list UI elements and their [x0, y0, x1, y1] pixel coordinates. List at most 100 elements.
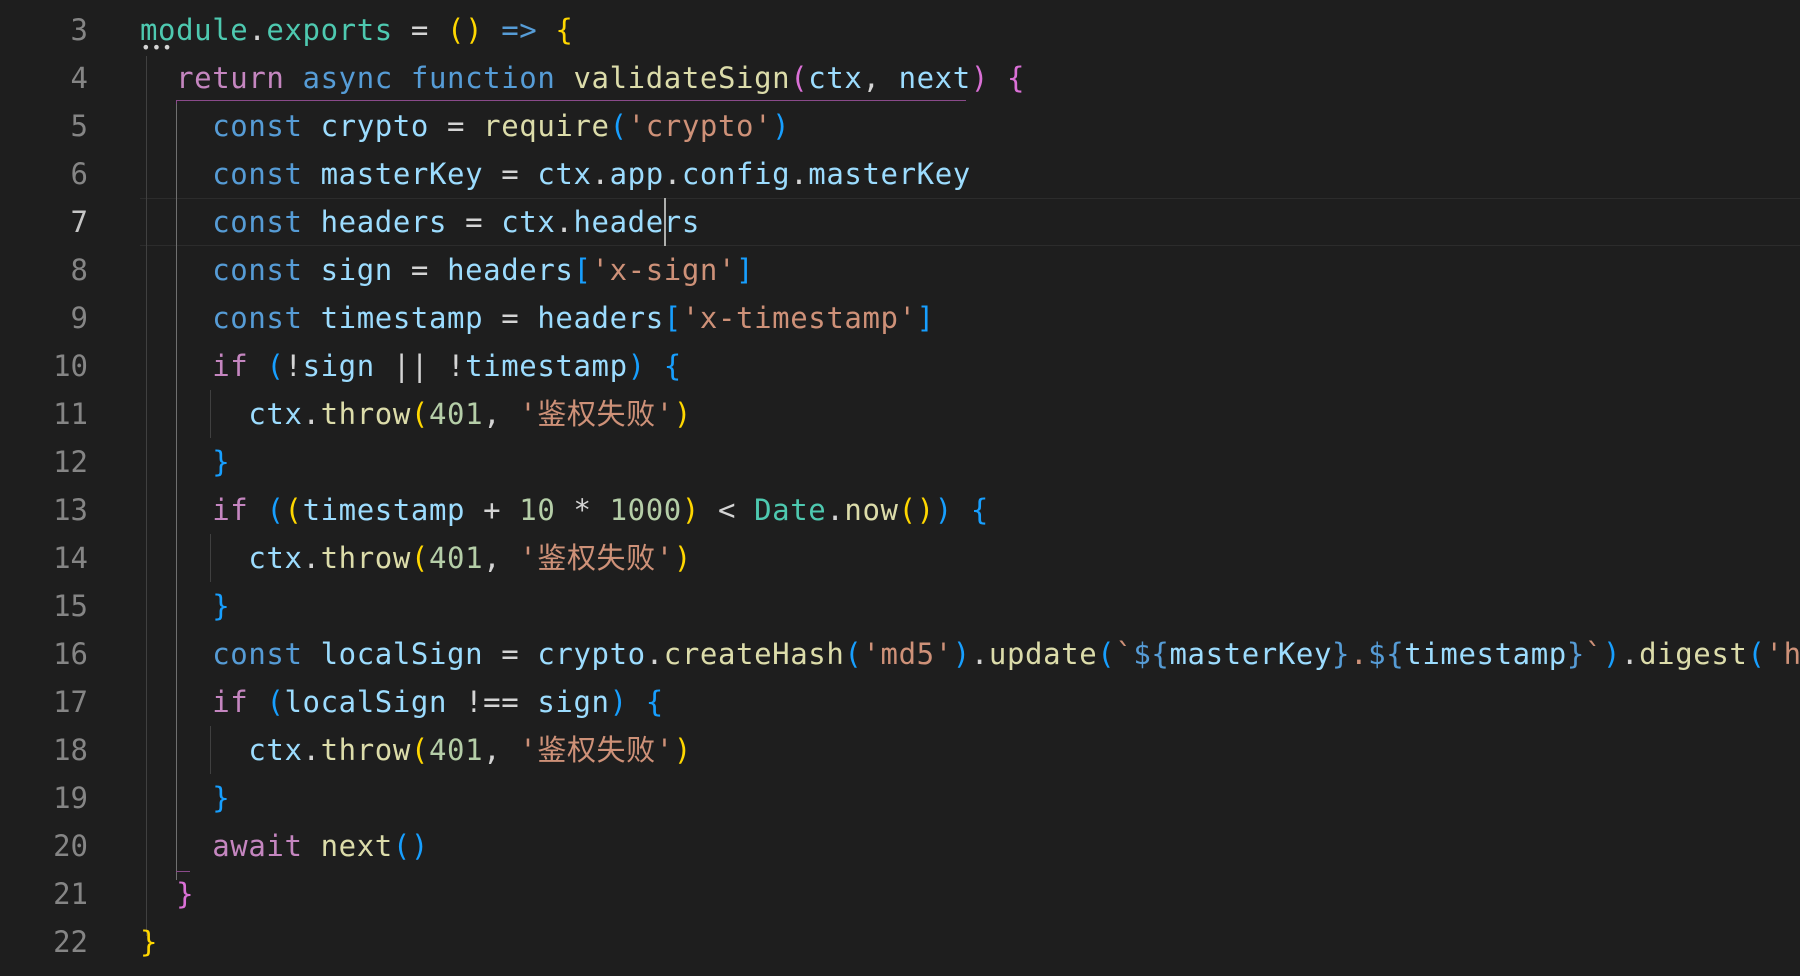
code-token: )	[673, 733, 692, 767]
code-token: ]	[916, 301, 935, 335]
code-token: ()	[898, 493, 935, 527]
code-token: =>	[483, 13, 556, 47]
code-token: {	[663, 349, 682, 383]
code-token: {	[645, 685, 664, 719]
code-line-3[interactable]: module.exports = () => {	[140, 6, 573, 54]
code-token: headers	[537, 301, 664, 335]
code-token: Date	[754, 493, 827, 527]
code-token: (	[266, 685, 285, 719]
code-line-18[interactable]: ctx.throw(401, '鉴权失败')	[140, 726, 692, 774]
code-token: {	[555, 13, 574, 47]
code-token: const	[212, 205, 303, 239]
code-token: sign	[320, 253, 393, 287]
code-token: [	[663, 301, 682, 335]
code-token: function	[410, 61, 556, 95]
code-line-4[interactable]: return async function validateSign(ctx, …	[140, 54, 1025, 102]
code-token: if	[212, 493, 249, 527]
code-area[interactable]: ••• module.exports = () => { return asyn…	[0, 0, 1800, 976]
code-token: )	[772, 109, 791, 143]
code-line-16[interactable]: const localSign = crypto.createHash('md5…	[140, 630, 1800, 678]
code-line-6[interactable]: const masterKey = ctx.app.config.masterK…	[140, 150, 971, 198]
code-token: (	[609, 109, 628, 143]
code-token: headers	[447, 253, 574, 287]
code-line-10[interactable]: if (!sign || !timestamp) {	[140, 342, 682, 390]
code-line-21[interactable]: }	[140, 870, 194, 918]
code-token: if	[212, 685, 249, 719]
code-line-19[interactable]: }	[140, 774, 230, 822]
code-token: +	[465, 493, 520, 527]
code-token: }	[1566, 637, 1585, 671]
code-line-8[interactable]: const sign = headers['x-sign']	[140, 246, 754, 294]
code-token: .	[663, 157, 682, 191]
code-token: !	[447, 349, 466, 383]
code-token: )	[627, 349, 646, 383]
code-token: !	[284, 349, 303, 383]
code-token: ctx	[501, 205, 556, 239]
code-line-5[interactable]: const crypto = require('crypto')	[140, 102, 790, 150]
code-token: .	[826, 493, 845, 527]
code-token: .	[248, 13, 267, 47]
code-token: 10	[519, 493, 556, 527]
code-token: 'crypto'	[627, 109, 773, 143]
code-token: app	[609, 157, 664, 191]
code-token: )	[673, 541, 692, 575]
code-token: createHash	[663, 637, 845, 671]
code-token: throw	[320, 397, 411, 431]
code-token: masterKey	[808, 157, 971, 191]
code-line-7[interactable]: const headers = ctx.headers	[140, 198, 700, 246]
code-line-17[interactable]: if (localSign !== sign) {	[140, 678, 664, 726]
code-token: }	[212, 445, 231, 479]
code-token: =	[392, 253, 448, 287]
code-token: =	[428, 109, 484, 143]
code-token: ctx	[808, 61, 863, 95]
code-token: const	[212, 301, 303, 335]
code-token: )	[681, 493, 700, 527]
code-editor[interactable]: 3 4 5 6 7 8 9 10 11 12 13 14 15 16 17 18 19 20 21 22 ••• mo…	[0, 0, 1800, 976]
code-token: const	[212, 157, 303, 191]
code-token: =	[447, 205, 502, 239]
code-token: ,	[483, 733, 520, 767]
code-token: '鉴权失败'	[519, 733, 674, 767]
code-token: .	[302, 541, 321, 575]
code-token: sign	[537, 685, 610, 719]
code-line-12[interactable]: }	[140, 438, 230, 486]
code-token: .	[302, 397, 321, 431]
code-line-13[interactable]: if ((timestamp + 10 * 1000) < Date.now()…	[140, 486, 989, 534]
code-line-22[interactable]: }	[140, 918, 158, 966]
code-token: }	[212, 589, 231, 623]
code-token: const	[212, 637, 303, 671]
code-token: ]	[736, 253, 755, 287]
code-token: =	[483, 637, 538, 671]
code-line-11[interactable]: ctx.throw(401, '鉴权失败')	[140, 390, 692, 438]
code-token: ctx	[248, 541, 303, 575]
code-token: await	[212, 829, 303, 863]
code-token: ,	[483, 397, 520, 431]
code-token: (	[844, 637, 863, 671]
code-token: const	[212, 109, 303, 143]
code-token: ctx	[248, 733, 303, 767]
code-line-14[interactable]: ctx.throw(401, '鉴权失败')	[140, 534, 692, 582]
code-line-15[interactable]: }	[140, 582, 230, 630]
code-token: masterKey	[1169, 637, 1333, 671]
code-token: next	[320, 829, 393, 863]
code-line-9[interactable]: const timestamp = headers['x-timestamp']	[140, 294, 935, 342]
code-line-20[interactable]: await next()	[140, 822, 429, 870]
code-token: (	[410, 733, 429, 767]
code-token: 'x-sign'	[591, 253, 737, 287]
code-token: localSign	[320, 637, 484, 671]
code-token: '鉴权失败'	[519, 397, 674, 431]
